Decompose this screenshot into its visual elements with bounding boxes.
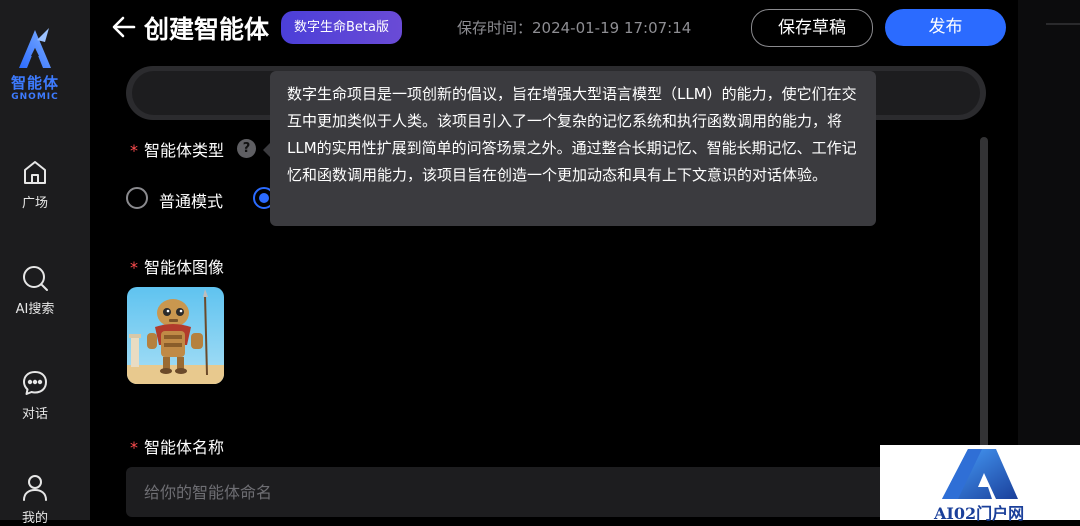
sidebar-item-mine[interactable]: 我的: [0, 473, 70, 526]
sidebar-item-plaza[interactable]: 广场: [0, 158, 70, 211]
home-icon: [24, 161, 46, 184]
watermark-text: AI02门户网: [934, 504, 1025, 523]
user-icon: [23, 475, 47, 501]
logo-text-cn: 智能体: [10, 74, 59, 92]
logo-mark-icon: [19, 28, 51, 68]
agent-type-label: * 智能体类型: [130, 137, 224, 161]
agent-name-label: * 智能体名称: [130, 434, 224, 458]
search-icon: [23, 266, 48, 291]
help-icon[interactable]: ?: [237, 139, 256, 158]
page-title: 创建智能体: [144, 15, 270, 44]
required-marker: *: [130, 141, 138, 160]
divider: [1046, 23, 1080, 25]
right-edge-panel: [1018, 0, 1080, 520]
chat-icon: [23, 371, 47, 395]
logo-text-en: GNOMIC: [11, 92, 59, 102]
tooltip-arrow: [263, 143, 270, 157]
sidebar-item-chat[interactable]: 对话: [0, 369, 70, 422]
sidebar-item-label: 广场: [21, 196, 48, 211]
sidebar-item-label: 我的: [21, 511, 48, 526]
robot-avatar-illustration: [127, 287, 224, 384]
mode-normal-label: 普通模式: [159, 192, 224, 211]
sidebar: 智能体 GNOMIC 广场 AI搜索 对话 我的: [0, 0, 90, 526]
agent-type-label-text: 智能体类型: [144, 141, 225, 160]
publish-button[interactable]: 发布: [885, 9, 1006, 46]
watermark-logo-icon: [942, 449, 1018, 499]
sidebar-item-ai-search[interactable]: AI搜索: [0, 264, 70, 317]
sidebar-item-label: AI搜索: [15, 302, 55, 317]
save-time-text: 保存时间：2024-01-19 17:07:14: [457, 19, 692, 37]
agent-avatar-image[interactable]: [127, 287, 224, 384]
mode-normal-radio[interactable]: [126, 187, 148, 209]
agent-name-label-text: 智能体名称: [144, 438, 225, 457]
back-button[interactable]: [110, 13, 138, 41]
beta-badge: 数字生命Beta版: [281, 11, 402, 44]
help-tooltip: 数字生命项目是一项创新的倡议，旨在增强大型语言模型（LLM）的能力，使它们在交互…: [270, 71, 876, 226]
required-marker: *: [130, 258, 138, 277]
save-draft-button[interactable]: 保存草稿: [751, 9, 873, 47]
agent-image-label-text: 智能体图像: [144, 258, 225, 277]
watermark: AI02门户网: [880, 445, 1080, 523]
agent-name-input[interactable]: [126, 467, 886, 517]
app-logo[interactable]: 智能体 GNOMIC: [0, 26, 70, 102]
agent-image-label: * 智能体图像: [130, 254, 224, 278]
required-marker: *: [130, 438, 138, 457]
sidebar-item-label: 对话: [21, 407, 48, 422]
arrow-left-icon: [112, 16, 136, 38]
